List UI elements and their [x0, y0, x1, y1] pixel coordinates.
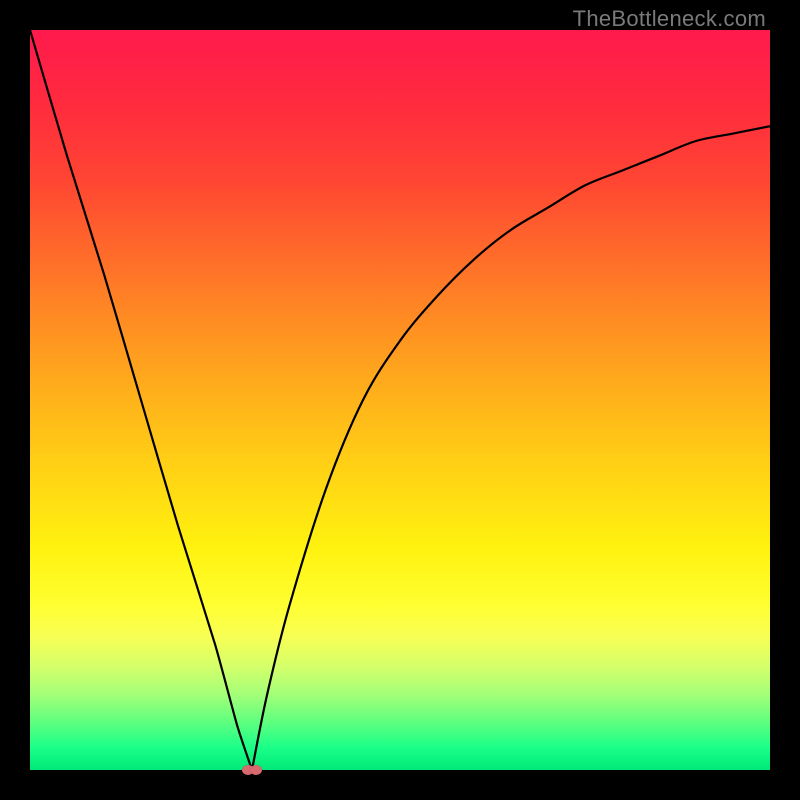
plot-area [30, 30, 770, 770]
marker-layer [30, 30, 770, 770]
watermark-text: TheBottleneck.com [573, 6, 766, 32]
chart-frame: TheBottleneck.com [0, 0, 800, 800]
minimum-marker [250, 765, 262, 775]
